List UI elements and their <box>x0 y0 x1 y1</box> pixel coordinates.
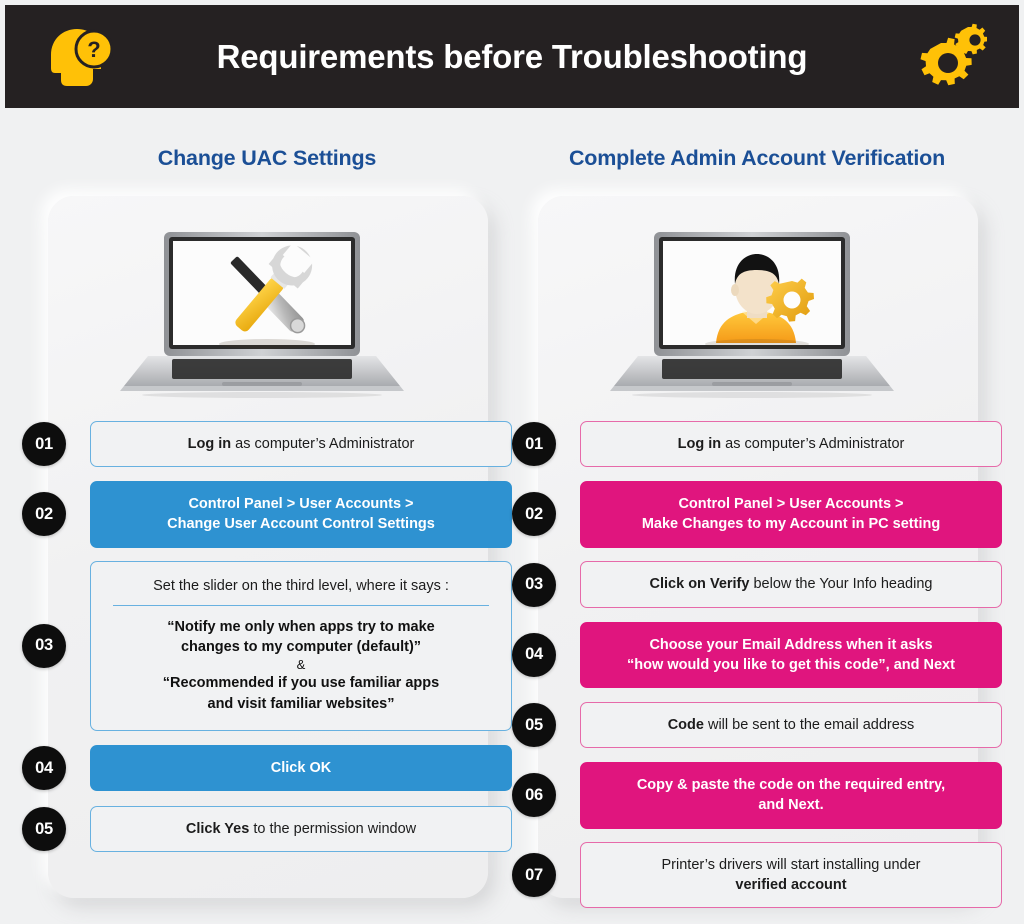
plain-text: “how would you like to get this code”, a… <box>627 656 924 673</box>
step-text-line: Click OK <box>105 758 497 778</box>
step-row: 04 Choose your Email Address when it asks… <box>512 621 1002 689</box>
step-text-line: Click Yes to the permission window <box>105 819 497 839</box>
page-title: Requirements before Troubleshooting <box>216 37 808 75</box>
step-row: 01 Log in as computer’s Administrator <box>512 420 1002 468</box>
column-heading-left: Change UAC Settings <box>157 146 377 170</box>
page-header: ? Requirements before Troubleshooting <box>5 5 1019 108</box>
step-content-pill[interactable]: Click Yes to the permission window <box>90 805 512 853</box>
emphasis-text: Next <box>923 656 955 673</box>
step-number-badge: 01 <box>512 422 556 466</box>
laptop-with-user-gear-icon <box>602 228 912 398</box>
emphasis-text: verified account <box>735 877 847 894</box>
plain-text: when it asks <box>842 636 933 653</box>
step-content-pill[interactable]: Click on Verify below the Your Info head… <box>580 561 1002 608</box>
step-text-line: Code will be sent to the email address <box>595 715 987 735</box>
step-text-line: verified account <box>595 875 987 895</box>
emphasis-text: Copy & paste the code <box>636 777 794 794</box>
plain-text: below the Your Info heading <box>749 576 933 593</box>
step-text-line: Copy & paste the code on the required en… <box>595 775 987 795</box>
step-number-badge: 04 <box>512 632 556 677</box>
step-number-badge: 03 <box>512 562 556 607</box>
plain-text: as computer’s Administrator <box>721 435 905 452</box>
step-number-badge: 01 <box>22 422 66 466</box>
emphasis-text: Make Changes to my Account in PC setting <box>641 516 941 533</box>
emphasis-text: Code <box>667 717 704 734</box>
step-row: 04 Click OK <box>22 744 512 792</box>
step-text-line: Control Panel > User Accounts > <box>595 494 987 514</box>
plain-text: as computer’s Administrator <box>231 435 415 452</box>
laptop-with-tools-icon <box>112 228 422 398</box>
step-number-badge: 02 <box>22 492 66 537</box>
step-text-line: Control Panel > User Accounts > <box>105 494 497 514</box>
step-content-pill[interactable]: Control Panel > User Accounts > Change Us… <box>90 481 512 548</box>
step-row: 07 Printer’s drivers will start installin… <box>512 841 1002 909</box>
step-row: 05 Code will be sent to the email address <box>512 701 1002 749</box>
step-content-pill[interactable]: Set the slider on the third level, where… <box>90 560 512 732</box>
emphasis-text: Change User Account Control Settings <box>167 516 435 533</box>
step-text-line: “how would you like to get this code”, a… <box>595 655 987 675</box>
content-columns: Change UAC Settings 01 Log in as compute… <box>0 108 1024 924</box>
emphasis-text: Click OK <box>270 759 332 776</box>
emphasis-text: Log in <box>677 435 722 452</box>
steps-list-left: 01 Log in as computer’s Administrator 02 Co… <box>22 420 512 866</box>
step-row: 05 Click Yes to the permission window <box>22 805 512 853</box>
step-row: 02 Control Panel > User Accounts > Make Ch… <box>512 481 1002 548</box>
step-content-pill[interactable]: Click OK <box>90 744 512 792</box>
step-quote-line: changes to my computer (default)” <box>180 638 422 655</box>
step-text-line: Make Changes to my Account in PC setting <box>595 514 987 534</box>
step-quote-line: “Notify me only when apps try to make <box>167 618 435 635</box>
emphasis-text: Click on Verify <box>649 576 750 593</box>
step-lead-text: Set the slider on the third level, where… <box>113 576 489 606</box>
step-text-line: Printer’s drivers will start installing … <box>595 855 987 875</box>
svg-text:?: ? <box>87 37 100 62</box>
column-complete-admin-account-verification: Complete Admin Account Verification 01 L… <box>512 108 1002 909</box>
step-quote-block: “Notify me only when apps try to make cha… <box>113 617 489 714</box>
gears-icon <box>911 23 988 93</box>
emphasis-text: Control Panel > User Accounts > <box>188 496 414 512</box>
emphasis-text: Next. <box>788 797 824 814</box>
plain-text: on the required entry, <box>793 777 946 794</box>
head-question-icon: ? <box>43 27 114 89</box>
step-text-line: Click on Verify below the Your Info head… <box>595 574 987 594</box>
step-content-pill[interactable]: Control Panel > User Accounts > Make Chan… <box>580 481 1002 548</box>
step-content-pill[interactable]: Log in as computer’s Administrator <box>90 420 512 468</box>
step-row: 03 Click on Verify below the Your Info he… <box>512 561 1002 609</box>
step-text-line: Log in as computer’s Administrator <box>595 434 987 454</box>
step-text-line: Change User Account Control Settings <box>105 514 497 534</box>
step-quote-separator: & <box>296 657 306 673</box>
step-number-badge: 06 <box>512 773 556 818</box>
step-row: 03 Set the slider on the third level, whe… <box>22 560 512 732</box>
step-row: 02 Control Panel > User Accounts > Change … <box>22 481 512 548</box>
step-number-badge: 04 <box>22 746 66 791</box>
step-content-pill[interactable]: Printer’s drivers will start installing … <box>580 841 1002 909</box>
step-number-badge: 07 <box>512 853 556 898</box>
step-content-pill[interactable]: Code will be sent to the email address <box>580 702 1002 749</box>
plain-text: Printer’s drivers will start installing … <box>661 856 921 873</box>
emphasis-text: Choose your Email Address <box>649 636 843 653</box>
step-content-pill[interactable]: Choose your Email Address when it asks “h… <box>580 621 1002 689</box>
step-text-line: Choose your Email Address when it asks <box>595 635 987 655</box>
step-number-badge: 03 <box>22 623 66 668</box>
steps-list-right: 01 Log in as computer’s Administrator 02 Co… <box>512 420 1002 921</box>
step-quote-line: and visit familiar websites” <box>207 695 395 712</box>
plain-text: and <box>758 797 789 814</box>
step-number-badge: 05 <box>512 703 556 748</box>
step-row: 01 Log in as computer’s Administrator <box>22 420 512 468</box>
emphasis-text: Click Yes <box>185 820 250 837</box>
plain-text: to the permission window <box>249 820 417 837</box>
column-heading-right: Complete Admin Account Verification <box>568 146 946 170</box>
emphasis-text: Log in <box>187 435 232 452</box>
step-quote-line: “Recommended if you use familiar apps <box>162 675 440 692</box>
step-number-badge: 05 <box>22 807 66 852</box>
step-number-badge: 02 <box>512 492 556 537</box>
step-content-pill[interactable]: Log in as computer’s Administrator <box>580 420 1002 468</box>
column-change-uac-settings: Change UAC Settings 01 Log in as compute… <box>22 108 512 898</box>
step-text-line: and Next. <box>595 795 987 815</box>
emphasis-text: Control Panel > User Accounts > <box>678 496 904 512</box>
step-row: 06 Copy & paste the code on the required … <box>512 762 1002 829</box>
step-text-line: Log in as computer’s Administrator <box>105 434 497 454</box>
step-content-pill[interactable]: Copy & paste the code on the required en… <box>580 762 1002 829</box>
plain-text: will be sent to the email address <box>703 717 915 734</box>
